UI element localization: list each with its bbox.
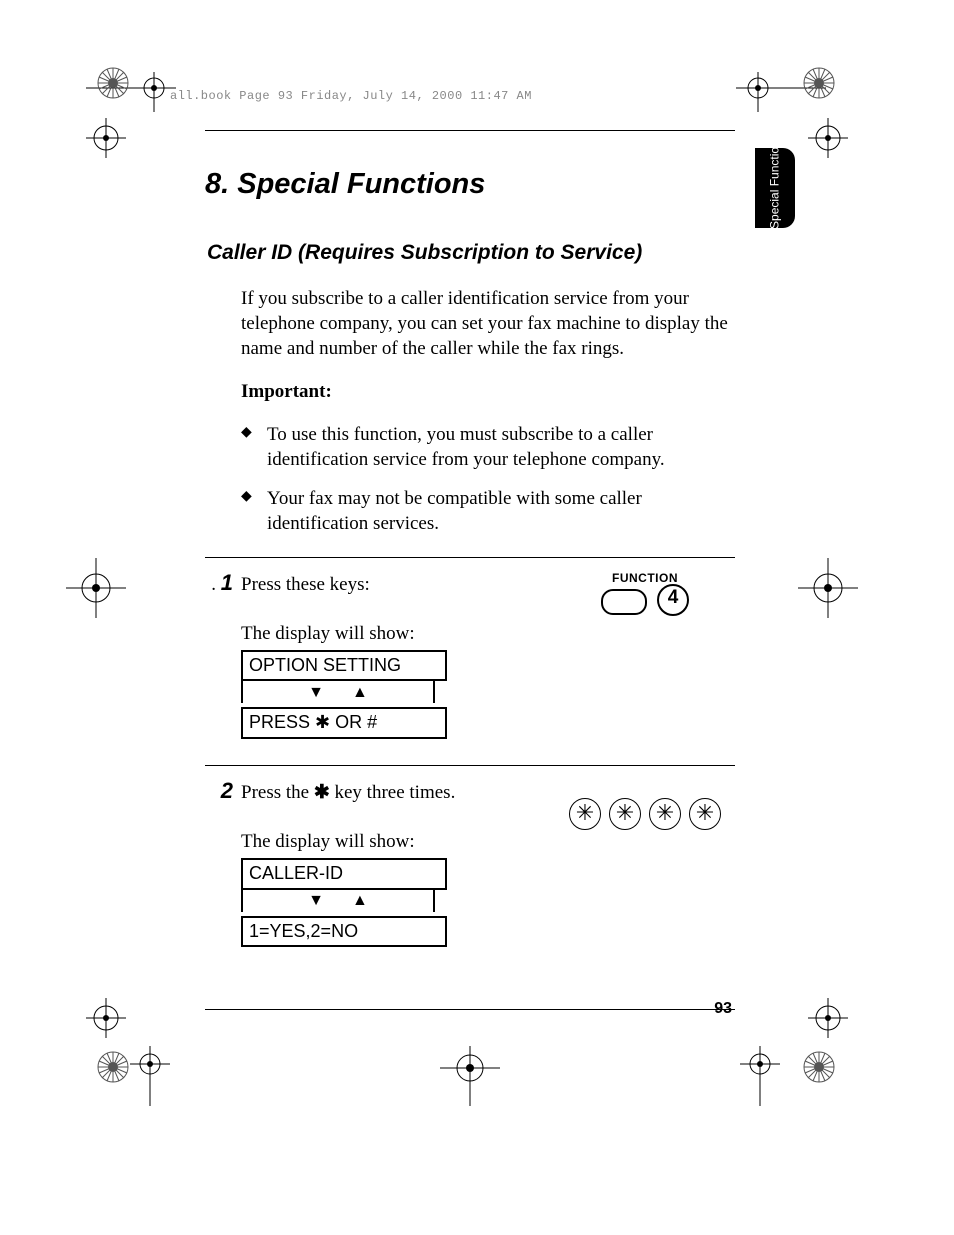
step-number: 1 [221, 570, 233, 595]
important-list: To use this function, you must subscribe… [241, 422, 735, 536]
step-keys: FUNCTION 4 [555, 572, 735, 739]
step-body: Press these keys: The display will show:… [241, 572, 555, 739]
display-label: The display will show: [241, 829, 555, 854]
section-title: Caller ID (Requires Subscription to Serv… [207, 241, 735, 264]
chapter-title: 8. Special Functions [205, 169, 735, 201]
function-button-icon [601, 589, 647, 615]
step-text: Press the ✱ key three times. [241, 780, 555, 805]
step-text: Press these keys: [241, 572, 555, 597]
page: all.book Page 93 Friday, July 14, 2000 1… [0, 0, 954, 1235]
step-number: 2 [221, 778, 233, 803]
thumb-tab-label: 8. Special Functions [769, 134, 782, 242]
step-divider [205, 557, 735, 558]
number-4-button-icon: 4 [657, 584, 689, 616]
content-frame: 8. Special Functions Caller ID (Requires… [205, 130, 735, 1010]
list-item: To use this function, you must subscribe… [241, 422, 735, 472]
registration-mark-mid-right [798, 558, 858, 618]
star-button-icon: ✳ [609, 798, 641, 830]
display-label: The display will show: [241, 621, 555, 646]
step-body: Press the ✱ key three times. The display… [241, 780, 555, 947]
corner-wheel-icon [96, 66, 130, 105]
arrow-down-icon: ▼ [308, 890, 324, 911]
registration-mark-bot-center [440, 1046, 500, 1106]
star-button-icon: ✳ [569, 798, 601, 830]
leading-dot: . [211, 574, 221, 595]
lcd-line-2: 1=YES,2=NO [241, 916, 447, 948]
corner-wheel-icon [96, 1050, 130, 1089]
arrow-up-icon: ▲ [352, 682, 368, 703]
lcd-line-1: CALLER-ID [241, 858, 447, 890]
star-glyph: ✱ [314, 782, 330, 803]
thumb-tab: 8. Special Functions [755, 148, 795, 228]
step-1: . 1 Press these keys: The display will s… [205, 572, 735, 739]
running-header: all.book Page 93 Friday, July 14, 2000 1… [170, 89, 532, 103]
lcd-line-1: OPTION SETTING [241, 650, 447, 682]
steps: . 1 Press these keys: The display will s… [205, 557, 735, 948]
step-2: 2 Press the ✱ key three times. The displ… [205, 780, 735, 947]
star-button-icon: ✳ [649, 798, 681, 830]
registration-mark-top-right-2 [808, 118, 848, 158]
registration-mark-bot-left [130, 1046, 170, 1106]
corner-wheel-icon [802, 66, 836, 105]
registration-mark-mid-left [66, 558, 126, 618]
list-item: Your fax may not be compatible with some… [241, 486, 735, 536]
registration-mark-bot-right [740, 1046, 780, 1106]
arrow-up-icon: ▲ [352, 890, 368, 911]
step-number-col: . 1 [205, 572, 241, 739]
corner-wheel-icon [802, 1050, 836, 1089]
registration-mark-bot-right-2 [808, 998, 848, 1038]
arrow-down-icon: ▼ [308, 682, 324, 703]
registration-mark-bot-left-2 [86, 998, 126, 1038]
star-button-icon: ✳ [689, 798, 721, 830]
registration-mark-top-left-2 [86, 118, 126, 158]
lcd-arrows: ▼ ▲ [241, 681, 435, 703]
intro-paragraph: If you subscribe to a caller identificat… [241, 286, 735, 361]
function-key-label: FUNCTION [555, 572, 735, 584]
lcd-arrows: ▼ ▲ [241, 890, 435, 912]
step-divider [205, 765, 735, 766]
step-keys: ✳ ✳ ✳ ✳ [555, 780, 735, 947]
step-number-col: 2 [205, 780, 241, 947]
important-label: Important: [241, 381, 735, 403]
lcd-line-2: PRESS ✱ OR # [241, 707, 447, 739]
